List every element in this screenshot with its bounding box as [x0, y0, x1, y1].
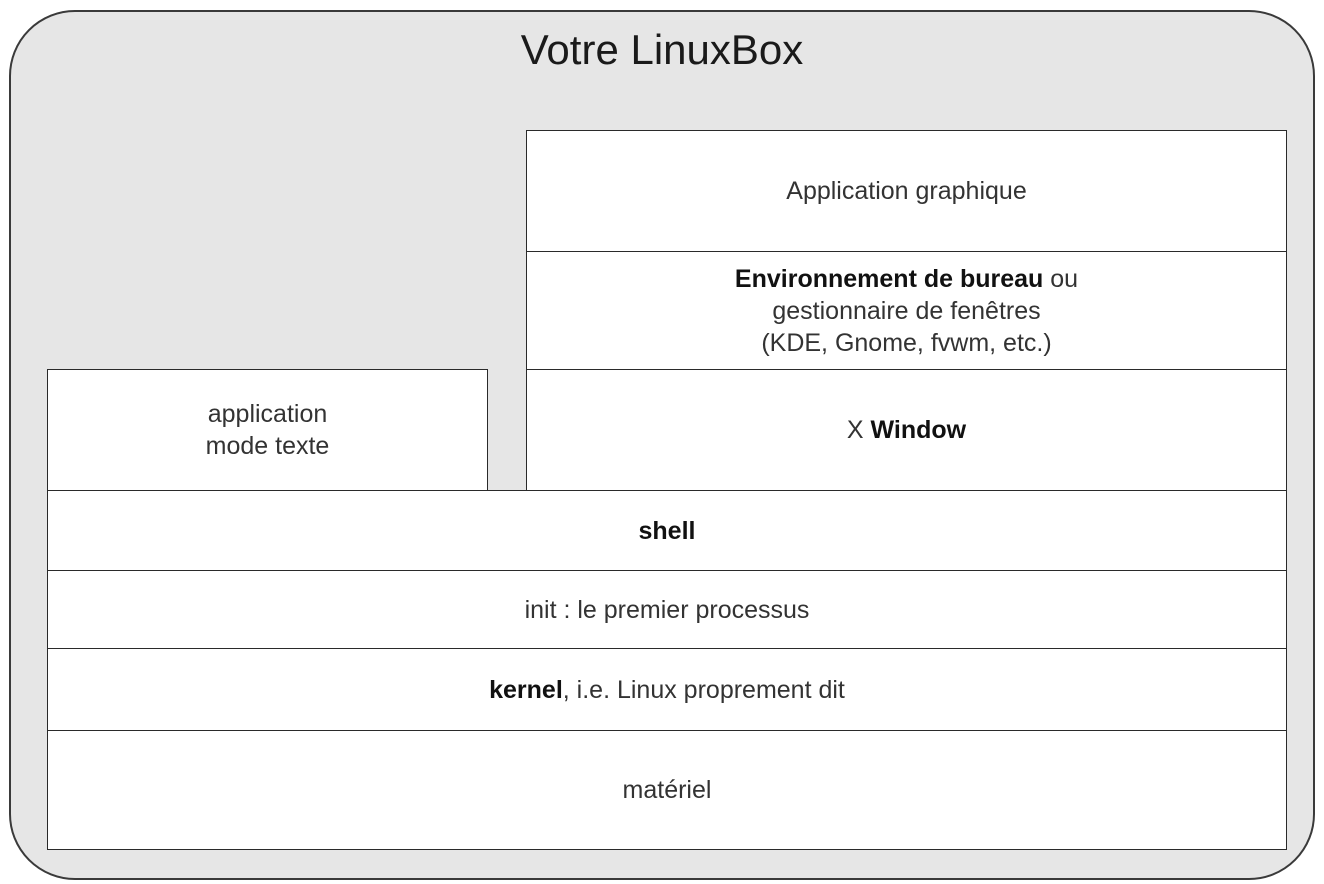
desktop-examples-label: (KDE, Gnome, fvwm, etc.): [761, 328, 1052, 357]
layer-init: init : le premier processus: [47, 570, 1287, 649]
layer-materiel: matériel: [47, 730, 1287, 850]
layer-application-mode-texte: application mode texte: [47, 369, 488, 491]
x-window-prefix: X: [846, 416, 871, 444]
kernel-bold: kernel: [489, 675, 563, 704]
gestionnaire-fenetres-label: gestionnaire de fenêtres: [772, 296, 1041, 325]
diagram-title: Votre LinuxBox: [520, 26, 804, 73]
materiel-label: matériel: [622, 776, 712, 804]
shell-label: shell: [638, 516, 696, 545]
application-texte-line2: mode texte: [205, 432, 330, 460]
environnement-bureau-bold: Environnement de bureau: [734, 264, 1044, 293]
layer-kernel: kernel, i.e. Linux proprement dit: [47, 648, 1287, 731]
kernel-rest: , i.e. Linux proprement dit: [562, 675, 845, 704]
x-window-bold: Window: [870, 416, 967, 444]
layer-application-graphique: Application graphique: [526, 130, 1287, 252]
layer-environnement-bureau: Environnement de bureau ou gestionnaire …: [526, 251, 1287, 370]
application-graphique-label: Application graphique: [786, 177, 1027, 205]
environnement-bureau-ou: ou: [1043, 264, 1079, 293]
layer-x-window: X Window: [526, 369, 1287, 491]
layer-shell: shell: [47, 490, 1287, 571]
application-texte-line1: application: [207, 400, 328, 428]
init-label: init : le premier processus: [524, 595, 810, 624]
